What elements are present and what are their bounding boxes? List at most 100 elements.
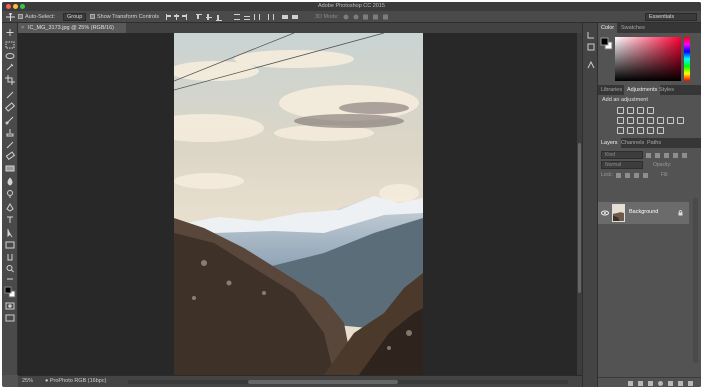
character-panel-icon[interactable] bbox=[587, 61, 595, 69]
hue-slider[interactable] bbox=[684, 37, 690, 81]
levels-icon[interactable] bbox=[627, 107, 634, 114]
app-title: Adobe Photoshop CC 2015 bbox=[318, 3, 385, 9]
channel-mixer-icon[interactable] bbox=[667, 117, 674, 124]
vertical-scroll-thumb[interactable] bbox=[578, 143, 581, 293]
eyedropper-tool-icon[interactable] bbox=[6, 91, 14, 99]
tab-color[interactable]: Color bbox=[598, 23, 618, 33]
layer-name: Background bbox=[629, 209, 659, 215]
3d-mode-icons[interactable] bbox=[342, 13, 392, 21]
close-tab-icon[interactable]: × bbox=[21, 23, 24, 33]
horizontal-scroll-thumb[interactable] bbox=[248, 380, 398, 384]
path-select-tool-icon[interactable] bbox=[7, 229, 13, 238]
quick-mask-icon[interactable] bbox=[5, 302, 15, 310]
clone-stamp-tool-icon[interactable] bbox=[6, 129, 14, 137]
close-window-button[interactable] bbox=[6, 4, 11, 9]
adjustments-panel: Add an adjustment bbox=[598, 95, 701, 138]
dodge-tool-icon[interactable] bbox=[7, 190, 13, 199]
screen-mode-icon[interactable] bbox=[5, 314, 15, 322]
title-bar: Adobe Photoshop CC 2015 bbox=[2, 2, 701, 11]
layer-filter-kind[interactable]: Kind bbox=[601, 151, 643, 159]
show-transform-checkbox[interactable] bbox=[90, 14, 95, 20]
posterize-icon[interactable] bbox=[627, 127, 634, 134]
fill-label: Fill: bbox=[661, 172, 669, 178]
gradient-map-icon[interactable] bbox=[647, 127, 654, 134]
tab-adjustments[interactable]: Adjustments bbox=[624, 85, 661, 95]
color-lookup-icon[interactable] bbox=[677, 117, 684, 124]
blur-tool-icon[interactable] bbox=[7, 177, 13, 186]
opacity-label: Opacity: bbox=[653, 162, 672, 168]
lock-icon bbox=[678, 210, 683, 216]
pen-tool-icon[interactable] bbox=[6, 203, 14, 212]
selective-color-icon[interactable] bbox=[657, 127, 664, 134]
tool-icons bbox=[4, 29, 16, 322]
tab-paths[interactable]: Paths bbox=[644, 138, 664, 148]
color-swatches-icon[interactable] bbox=[4, 286, 16, 298]
invert-icon[interactable] bbox=[617, 127, 624, 134]
move-tool-options-icon[interactable] bbox=[6, 13, 15, 21]
auto-select-toggle[interactable]: Auto-Select: bbox=[18, 13, 55, 21]
vibrance-icon[interactable] bbox=[617, 117, 624, 124]
lasso-tool-icon[interactable] bbox=[5, 53, 15, 59]
threshold-icon[interactable] bbox=[637, 127, 644, 134]
brightness-contrast-icon[interactable] bbox=[617, 107, 624, 114]
curves-icon[interactable] bbox=[637, 107, 644, 114]
tab-libraries[interactable]: Libraries bbox=[598, 85, 625, 95]
document-canvas[interactable] bbox=[18, 33, 577, 375]
blend-mode-dropdown[interactable]: Normal bbox=[601, 161, 643, 169]
auto-select-checkbox[interactable] bbox=[18, 14, 23, 20]
document-tab-title: IC_MG_3173.jpg @ 25% (RGB/16) bbox=[28, 25, 114, 31]
healing-brush-tool-icon[interactable] bbox=[4, 102, 16, 112]
eraser-tool-icon[interactable] bbox=[5, 151, 16, 161]
gradient-tool-icon[interactable] bbox=[5, 165, 15, 172]
layer-actions-icons[interactable] bbox=[628, 380, 700, 387]
lock-options-icons[interactable] bbox=[616, 172, 650, 179]
crop-tool-icon[interactable] bbox=[5, 75, 15, 85]
layer-filter-icons[interactable] bbox=[646, 152, 690, 159]
rectangle-tool-icon[interactable] bbox=[5, 241, 15, 249]
document-profile[interactable]: ● ProPhoto RGB (16bpc) bbox=[45, 376, 106, 387]
horizontal-scrollbar[interactable] bbox=[128, 380, 568, 384]
marquee-tool-icon[interactable] bbox=[5, 41, 15, 49]
quick-select-tool-icon[interactable] bbox=[6, 63, 14, 71]
zoom-tool-icon[interactable] bbox=[6, 265, 14, 273]
type-tool-icon[interactable] bbox=[7, 216, 13, 223]
exposure-icon[interactable] bbox=[647, 107, 654, 114]
hand-tool-icon[interactable] bbox=[7, 254, 13, 261]
workspace-switcher[interactable]: Essentials bbox=[645, 13, 697, 21]
options-bar: Auto-Select: Group Show Transform Contro… bbox=[2, 11, 701, 23]
hue-saturation-icon[interactable] bbox=[627, 117, 634, 124]
color-balance-icon[interactable] bbox=[637, 117, 644, 124]
black-white-icon[interactable] bbox=[647, 117, 654, 124]
eye-icon[interactable] bbox=[601, 210, 609, 216]
mountain-photo bbox=[174, 33, 423, 375]
history-panel-icon[interactable] bbox=[587, 31, 595, 39]
maximize-window-button[interactable] bbox=[20, 4, 25, 9]
minimize-window-button[interactable] bbox=[13, 4, 18, 9]
color-picker[interactable] bbox=[598, 33, 701, 85]
move-tool-icon[interactable] bbox=[6, 29, 14, 36]
history-brush-tool-icon[interactable] bbox=[6, 141, 14, 149]
layer-row-background[interactable]: Background bbox=[598, 202, 689, 224]
3d-mode-label: 3D Mode: bbox=[315, 14, 339, 20]
align-distribute-icons[interactable] bbox=[164, 13, 314, 21]
photo-filter-icon[interactable] bbox=[657, 117, 664, 124]
tab-swatches[interactable]: Swatches bbox=[618, 23, 648, 33]
layers-panel-footer bbox=[598, 377, 701, 387]
brush-tool-icon[interactable] bbox=[5, 116, 14, 125]
layers-scrollbar[interactable] bbox=[693, 198, 698, 363]
layer-thumbnail bbox=[612, 204, 625, 222]
document-profile-label: ProPhoto RGB (16bpc) bbox=[49, 378, 107, 384]
fg-bg-swatch-icon[interactable] bbox=[600, 37, 613, 50]
status-bar: 25% ● ProPhoto RGB (16bpc) bbox=[18, 375, 582, 387]
show-transform-toggle[interactable]: Show Transform Controls bbox=[90, 13, 159, 21]
tab-channels[interactable]: Channels bbox=[618, 138, 647, 148]
zoom-level[interactable]: 25% bbox=[22, 376, 33, 387]
tools-panel bbox=[2, 23, 18, 375]
layers-panel: Kind Normal Opacity: Lock: Fill: Backgro… bbox=[598, 148, 701, 387]
properties-panel-icon[interactable] bbox=[587, 43, 595, 51]
layers-panel-tabs: Layers Channels Paths bbox=[598, 138, 701, 148]
auto-select-dropdown[interactable]: Group bbox=[63, 13, 87, 21]
document-tab[interactable]: × IC_MG_3173.jpg @ 25% (RGB/16) bbox=[18, 23, 126, 33]
tab-styles[interactable]: Styles bbox=[656, 85, 677, 95]
collapsed-panels-strip bbox=[582, 23, 598, 387]
